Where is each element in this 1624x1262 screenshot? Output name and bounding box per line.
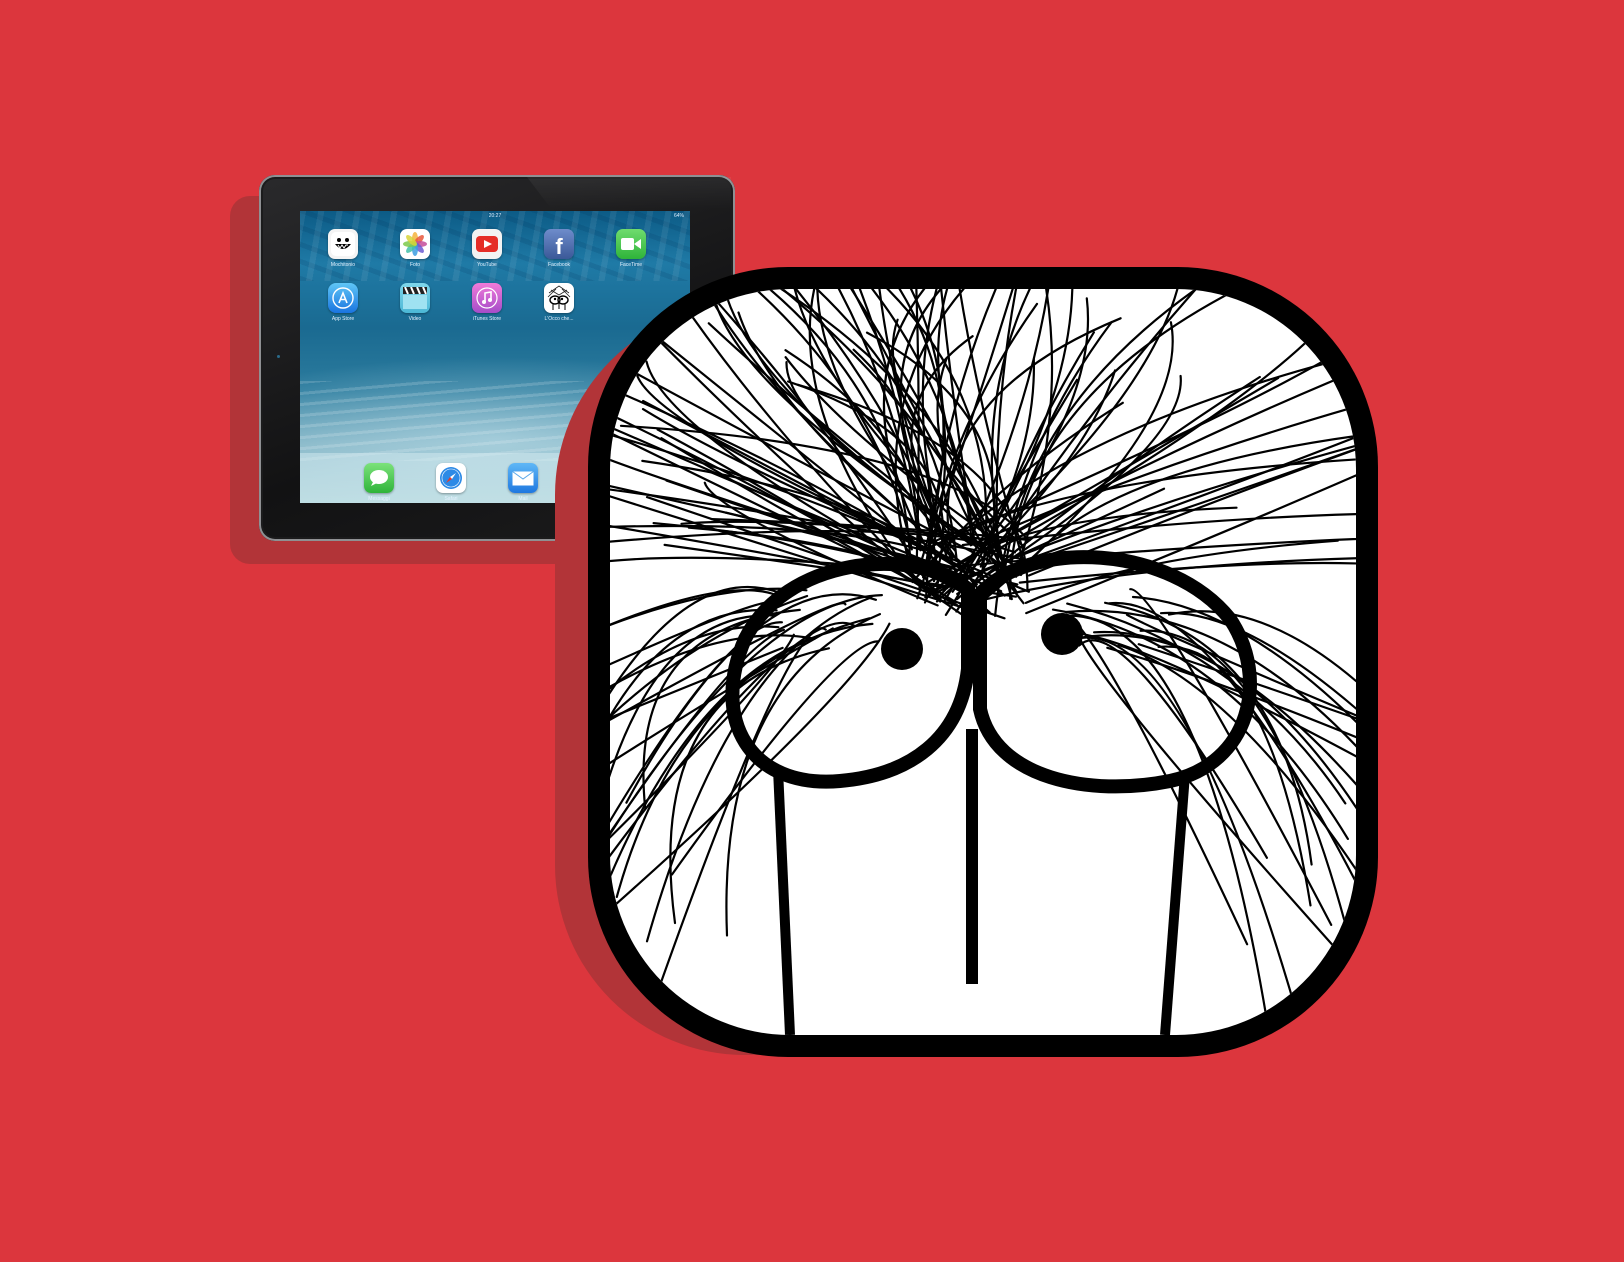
front-camera [277, 355, 280, 358]
speech-bubble-icon [364, 463, 394, 493]
app-label: L'Occo che... [544, 316, 574, 322]
compass-icon [436, 463, 466, 493]
video-camera-icon [616, 229, 646, 259]
app-icon-large [588, 267, 1378, 1057]
app-store-a-icon [328, 283, 358, 313]
app-label: iTunes Store [472, 316, 502, 322]
dock-app-safari[interactable]: Safari [426, 463, 476, 502]
app-facebook[interactable]: f Facebook [534, 229, 584, 268]
app-label: App Store [331, 316, 355, 322]
app-foto[interactable]: Foto [390, 229, 440, 268]
dock-app-messaggi[interactable]: Messaggi [354, 463, 404, 502]
bug-eyed-creature-icon [544, 283, 574, 313]
hair-strand [645, 596, 873, 943]
hair-strand [1078, 639, 1268, 859]
dock-app-mail[interactable]: Mail [498, 463, 548, 502]
hair-strand [1104, 601, 1313, 866]
app-video[interactable]: Video [390, 283, 440, 322]
app-label: Messaggi [368, 496, 390, 502]
smiley-face-icon [328, 229, 358, 259]
bezel-glare [527, 177, 731, 209]
status-battery: 64% [673, 213, 684, 219]
app-label: FaceTime [619, 262, 643, 268]
facebook-f-icon: f [544, 229, 574, 259]
leg-right [1160, 773, 1190, 1035]
creature-drawing [610, 289, 1356, 1035]
right-pupil [1041, 613, 1083, 655]
app-label: Video [408, 316, 422, 322]
app-label: Facebook [548, 262, 570, 268]
envelope-icon [508, 463, 538, 493]
leg-left [773, 768, 795, 1035]
hair-strand [737, 311, 1006, 597]
app-app-store[interactable]: App Store [318, 283, 368, 322]
status-time: 20:27 [488, 213, 502, 219]
app-itunes-store[interactable]: iTunes Store [462, 283, 512, 322]
bug-eyed-creature-icon [610, 289, 1356, 1035]
left-pupil [881, 628, 923, 670]
music-note-icon [472, 283, 502, 313]
app-youtube[interactable]: YouTube [462, 229, 512, 268]
app-label: Safari [444, 496, 458, 502]
app-mochitonio[interactable]: Mochitonio [318, 229, 368, 268]
youtube-play-icon [472, 229, 502, 259]
app-label: Mail [518, 496, 528, 502]
app-locco-che[interactable]: L'Occo che... [534, 283, 584, 322]
app-label: Mochitonio [330, 262, 356, 268]
clapperboard-icon [400, 283, 430, 313]
status-bar: 20:27 64% [300, 212, 690, 220]
app-label: Foto [409, 262, 420, 268]
app-label: YouTube [477, 262, 497, 268]
hair-strand [671, 289, 933, 594]
app-facetime[interactable]: FaceTime [606, 229, 656, 268]
photos-flower-icon [400, 229, 430, 259]
